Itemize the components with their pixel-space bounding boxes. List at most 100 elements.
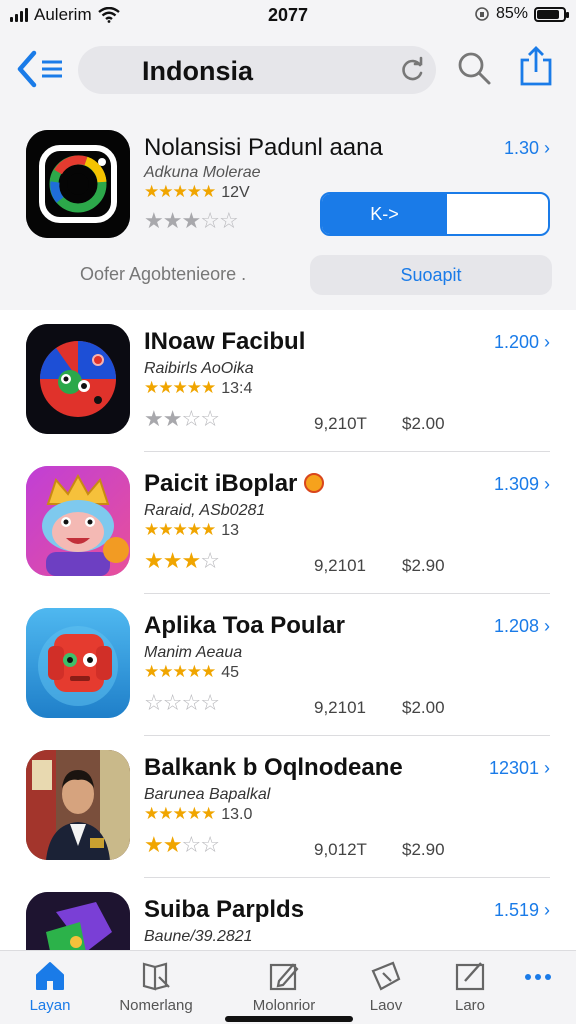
bookmark-icon [371, 961, 401, 991]
featured-rating-stars: ★★★★★ 12V [144, 182, 250, 202]
star-icon: ★ [162, 208, 183, 233]
app-icon-king[interactable] [26, 466, 130, 576]
tab-label: Layan [29, 997, 71, 1014]
star-icon: ★ [162, 406, 183, 431]
star-icon: ★ [144, 208, 164, 233]
app-subtitle: Barunea Bapalkal [144, 786, 271, 803]
star-icon: ★ [201, 378, 216, 397]
share-icon[interactable] [518, 46, 554, 88]
app-cost: $2.90 [402, 556, 445, 575]
back-chevron-icon [17, 50, 62, 88]
app-size: 9,210T [314, 414, 367, 433]
home-indicator [225, 1016, 353, 1022]
app-price[interactable]: 1.309 › [494, 474, 550, 495]
rotation-lock-icon [475, 7, 489, 21]
star-icon: ★ [172, 804, 188, 823]
app-rating-count: 13:4 [221, 380, 253, 397]
star-icon: ★ [158, 662, 173, 681]
app-name[interactable]: Paicit iBoplar [144, 470, 325, 498]
status-right: 85% [474, 5, 569, 23]
app-price-value: 1.208 [493, 616, 539, 636]
app-stars-top: ★★★★★ [144, 804, 216, 823]
app-price[interactable]: 1.519 › [494, 900, 550, 921]
app-subtitle: Baune/39.2821 [144, 928, 253, 945]
app-list-item[interactable]: Balkank b Oqlnodeane Barunea Bapalkal ★★… [0, 736, 576, 878]
featured-rating-count: 12V [221, 184, 250, 201]
app-price-value: 1.519 [493, 900, 539, 920]
app-subtitle: Raibirls AoOika [144, 360, 254, 377]
app-rating-count: 13 [221, 522, 240, 539]
star-icon: ★ [144, 804, 159, 823]
app-user-rating: ☆☆☆☆ [144, 690, 220, 716]
app-rating-count: 45 [221, 664, 240, 681]
status-bar: Aulerim 2077 85% [0, 0, 576, 32]
search-icon[interactable] [456, 50, 492, 86]
page-title: Indonsia [142, 56, 254, 86]
tab-label: Nomerlang [119, 997, 193, 1014]
back-button[interactable] [16, 50, 68, 88]
title-search-field[interactable]: Indonsia [78, 46, 436, 94]
star-icon: ★ [181, 548, 201, 573]
app-icon-creature[interactable] [26, 608, 130, 718]
app-size: 9,012T [314, 840, 367, 859]
app-stars-top: ★★★★★ [144, 378, 216, 397]
app-name[interactable]: Suiba Parplds [144, 896, 304, 924]
app-icon-portrait[interactable] [26, 750, 130, 860]
app-list-item[interactable]: INoaw Facibul Raibirls AoOika ★★★★★ 13:4 … [0, 310, 576, 452]
compose-icon [455, 962, 485, 991]
red-creature-icon [26, 608, 130, 718]
tab-monitor[interactable]: Molonrior [234, 959, 334, 1019]
featured-segment-active[interactable]: K-> [322, 194, 447, 234]
star-icon: ☆ [144, 690, 164, 715]
star-icon: ★ [186, 520, 202, 539]
star-icon: ☆ [200, 548, 220, 573]
subscribe-button[interactable]: Suoapit [310, 255, 552, 295]
app-name-text: Paicit iBoplar [144, 470, 298, 497]
tab-home[interactable]: Layan [0, 959, 100, 1019]
star-icon: ☆ [200, 832, 220, 857]
app-list-item[interactable]: Suiba Parplds Baune/39.2821 1.519 › [0, 878, 576, 950]
star-icon: ★ [186, 662, 202, 681]
star-icon: ★ [201, 662, 216, 681]
app-name[interactable]: Aplika Toa Poular [144, 612, 345, 640]
featured-app-card[interactable]: Nolansisi Padunl aana Adkuna Molerae ★★★… [0, 106, 576, 310]
featured-price-value: 1.30 [503, 138, 539, 158]
app-icon-ladybug[interactable] [26, 324, 130, 434]
star-icon: ☆ [218, 208, 239, 233]
star-icon: ★ [144, 182, 159, 201]
app-user-rating: ★★★☆ [144, 548, 220, 574]
featured-app-icon[interactable] [26, 130, 130, 238]
star-icon: ☆ [200, 208, 220, 233]
tab-library[interactable]: Nomerlang [106, 959, 206, 1019]
tab-more[interactable] [488, 959, 576, 1019]
tab-label: Molonrior [252, 997, 316, 1014]
star-icon: ★ [186, 378, 202, 397]
star-icon: ★ [186, 804, 202, 823]
star-icon: ☆ [200, 690, 220, 715]
app-list-item[interactable]: Aplika Toa Poular Manim Aeaua ★★★★★ 45 ☆☆… [0, 594, 576, 736]
emoji-badge-icon [304, 473, 325, 493]
star-icon: ☆ [181, 690, 201, 715]
featured-price[interactable]: 1.30 › [504, 138, 550, 159]
app-size: 9,2101 [314, 698, 366, 717]
app-price-value: 1.200 [493, 332, 539, 352]
app-price[interactable]: 1.208 › [494, 616, 550, 637]
app-price-value: 12301 [488, 758, 539, 778]
featured-app-name[interactable]: Nolansisi Padunl aana [144, 134, 383, 162]
app-price[interactable]: 12301 › [489, 758, 550, 779]
app-name[interactable]: INoaw Facibul [144, 328, 305, 356]
battery-icon [534, 6, 569, 22]
app-size: 9,2101 [314, 556, 366, 575]
app-icon-game[interactable] [26, 892, 130, 950]
refresh-icon[interactable] [398, 56, 426, 84]
game-character-icon [26, 892, 130, 950]
app-list-item[interactable]: Paicit iBoplar Raraid, ASb0281 ★★★★★ 13 ★… [0, 452, 576, 594]
star-icon: ★ [144, 406, 164, 431]
app-name[interactable]: Balkank b Oqlnodeane [144, 754, 403, 782]
app-price[interactable]: 1.200 › [494, 332, 550, 353]
star-icon: ★ [181, 208, 201, 233]
featured-segment-control[interactable]: K-> [320, 192, 550, 236]
star-icon: ★ [158, 182, 173, 201]
app-rating-stars: ★★★★★ 13:4 [144, 378, 252, 398]
star-icon: ★ [144, 520, 159, 539]
